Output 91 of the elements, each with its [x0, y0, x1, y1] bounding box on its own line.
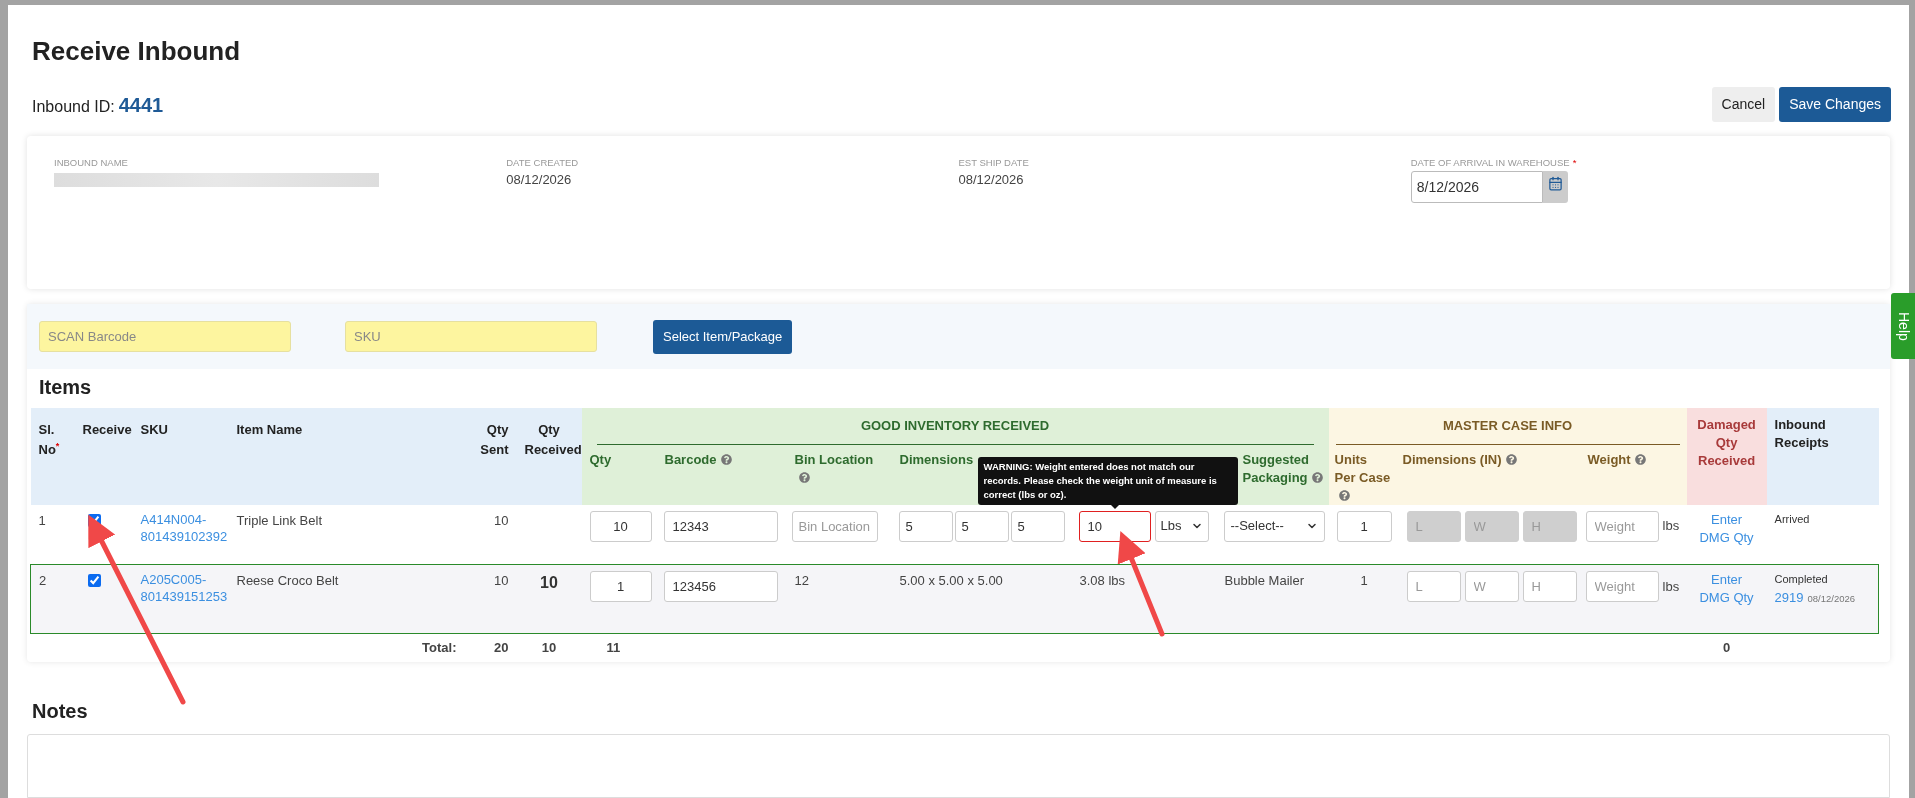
qty-field[interactable]: 1	[589, 571, 652, 602]
help-tab[interactable]: Help	[1891, 293, 1915, 359]
select-item-button[interactable]: Select Item/Package	[653, 319, 793, 354]
help-icon[interactable]	[720, 453, 732, 465]
receive-checkbox[interactable]	[87, 574, 101, 587]
column-header: SKU	[140, 422, 168, 437]
notes-field[interactable]	[27, 733, 1890, 798]
column-header: Qty Received	[524, 422, 582, 457]
dimension-field[interactable]: 5	[898, 510, 953, 542]
field-label: DATE CREATED	[506, 156, 579, 170]
receipt-status: Arrived	[1774, 511, 1810, 527]
table-cell: Reese Croco Belt	[236, 573, 339, 588]
table-cell: 2	[39, 573, 47, 588]
dimension-field[interactable]: 5	[1010, 510, 1065, 542]
column-header: Item Name	[236, 422, 303, 437]
qty-field[interactable]: 10	[589, 510, 652, 542]
column-header: Dimensions (IN)	[1402, 451, 1502, 467]
table-cell: 5.00 x 5.00 x 5.00	[899, 573, 1003, 588]
column-header: Units Per Case	[1334, 451, 1391, 485]
table-row[interactable]: 2 A205C005-801439151253 Reese Croco Belt 10 10 1 123456 12 5.00 x 5.00 x 5.00 3.08 lbs Bubble Mailer 1 L W H Weight lbs Enter DMG Qty Completed 2919 08/12/2026	[30, 564, 1879, 634]
column-header: Weight	[1587, 451, 1631, 467]
case-dimension-field[interactable]: W	[1464, 571, 1519, 602]
column-header: Dimensions	[899, 451, 974, 467]
calendar-icon	[1547, 176, 1563, 192]
bin-location-field[interactable]: Bin Location	[791, 510, 878, 542]
item-weight-field[interactable]: 10	[1078, 510, 1151, 542]
inbound-id: 4441	[118, 92, 164, 118]
total-value: 20	[494, 640, 509, 655]
enter-damaged-link[interactable]: Enter DMG Qty	[1696, 510, 1757, 547]
receipt-date: 08/12/2026	[1807, 591, 1855, 606]
case-dimension-field[interactable]: L	[1406, 571, 1461, 602]
calendar-button[interactable]	[1542, 171, 1568, 204]
dimension-field[interactable]: 5	[954, 510, 1009, 542]
case-dimension-field[interactable]: H	[1522, 571, 1577, 602]
page-title: Receive Inbound	[32, 35, 241, 68]
barcode-field[interactable]: SCAN Barcode	[39, 321, 291, 352]
field-label: EST SHIP DATE	[958, 156, 1029, 170]
group-header: MASTER CASE INFO	[1442, 418, 1573, 433]
unit-label: lbs	[1662, 517, 1680, 536]
column-header: Receive	[82, 422, 132, 437]
column-header: Suggested Packaging	[1242, 451, 1309, 485]
table-cell-text: 1	[1359, 572, 1369, 590]
units-per-case-field[interactable]: 1	[1336, 510, 1392, 542]
column-header: Barcode	[664, 451, 717, 467]
table-cell: 3.08 lbs	[1079, 573, 1126, 588]
packaging-select[interactable]: --Select--	[1223, 510, 1325, 542]
column-header: Bin Location	[794, 451, 874, 467]
column-header: Inbound Receipts	[1774, 416, 1830, 452]
section-title: Items	[39, 375, 92, 400]
field-value: 08/12/2026	[506, 171, 572, 190]
date-field[interactable]: 8/12/2026	[1410, 171, 1543, 204]
table-cell: Triple Link Belt	[236, 512, 322, 528]
help-icon[interactable]	[1505, 453, 1517, 465]
table-cell: 10	[540, 574, 558, 591]
barcode-field[interactable]: 123456	[663, 571, 778, 602]
field-label: INBOUND NAME	[54, 156, 128, 170]
sku-link[interactable]: A414N004-801439102392	[140, 510, 228, 545]
group-header: GOOD INVENTORY RECEIVED	[860, 418, 1050, 433]
receipt-status: Completed	[1774, 572, 1828, 587]
case-weight-field[interactable]: Weight	[1585, 571, 1659, 602]
cancel-button[interactable]: Cancel	[1711, 87, 1776, 122]
help-icon[interactable]	[798, 471, 810, 483]
table-cell: 1	[38, 512, 46, 528]
help-icon[interactable]	[1634, 453, 1646, 465]
total-value: 11	[606, 640, 621, 655]
column-header: Damaged Qty Received	[1696, 416, 1757, 470]
section-title: Notes	[32, 698, 88, 724]
required-mark: *	[55, 440, 60, 451]
help-icon[interactable]	[1311, 471, 1323, 483]
receive-checkbox[interactable]	[87, 513, 101, 527]
save-button[interactable]: Save Changes	[1779, 87, 1891, 122]
table-cell: 10	[494, 512, 509, 528]
required-mark: *	[1572, 156, 1577, 170]
barcode-field[interactable]: 12343	[663, 510, 778, 542]
table-cell: 12	[794, 573, 809, 588]
total-label: Total:	[422, 640, 457, 655]
inbound-id-label: Inbound ID:	[32, 96, 115, 117]
column-header: Sl. No	[38, 422, 56, 457]
unit-select[interactable]: Lbs	[1154, 510, 1209, 542]
column-header: Qty Sent	[480, 422, 509, 457]
column-header: Qty	[589, 451, 612, 467]
field-label: DATE OF ARRIVAL IN WAREHOUSE	[1410, 156, 1570, 170]
table-cell: 10	[494, 573, 509, 588]
unit-label: lbs	[1662, 577, 1680, 596]
total-value: 0	[1722, 640, 1731, 655]
help-icon[interactable]	[1338, 489, 1350, 501]
case-weight-field[interactable]: Weight	[1585, 510, 1659, 542]
field-value: 08/12/2026	[958, 171, 1024, 190]
total-value: 10	[541, 640, 557, 655]
table-cell: Bubble Mailer	[1224, 573, 1304, 588]
sku-field[interactable]: SKU	[345, 321, 597, 352]
